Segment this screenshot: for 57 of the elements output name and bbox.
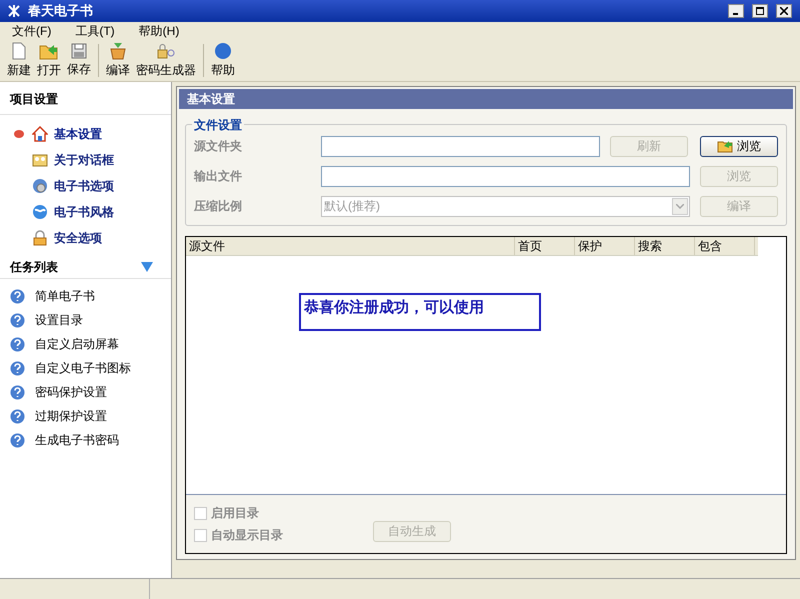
sidebar-item[interactable]: 安全选项 xyxy=(14,229,171,247)
window-title: 春天电子书 xyxy=(28,2,93,20)
task-link[interactable]: 设置目录 xyxy=(10,311,161,329)
minimize-button[interactable] xyxy=(728,4,744,18)
panel-header: 基本设置 xyxy=(179,89,793,109)
menu-item[interactable]: 文件(F) xyxy=(8,22,56,40)
column-header[interactable]: 包含 xyxy=(695,237,755,255)
padlock-key-icon xyxy=(156,42,176,60)
field-label: 压缩比例 xyxy=(194,198,243,215)
section-heading: 任务列表 xyxy=(10,258,58,276)
selection-dot-icon xyxy=(14,130,24,138)
toolbar-button[interactable]: 保存 xyxy=(64,40,94,81)
message-box: 恭喜你注册成功，可以使用 xyxy=(299,293,541,331)
collapse-toggle[interactable] xyxy=(141,262,153,272)
column-header[interactable]: 搜索 xyxy=(635,237,695,255)
section-heading: 项目设置 xyxy=(0,82,171,115)
group-title: 文件设置 xyxy=(192,116,244,134)
menu-item[interactable]: 帮助(H) xyxy=(134,22,184,40)
browse-button[interactable]: 浏览 xyxy=(700,136,778,156)
sidebar-item[interactable]: 基本设置 xyxy=(14,125,171,143)
toolbar-button[interactable]: 新建 xyxy=(4,40,34,81)
folder-arrow-icon xyxy=(39,42,59,60)
column-header[interactable]: 源文件 xyxy=(186,237,515,255)
maximize-icon xyxy=(756,7,764,15)
task-link[interactable]: 过期保护设置 xyxy=(10,407,161,425)
toolbar-button[interactable]: 密码生成器 xyxy=(133,40,199,81)
menu-item[interactable]: 工具(T) xyxy=(71,22,119,40)
chevron-down-icon xyxy=(676,204,684,208)
task-link[interactable]: 密码保护设置 xyxy=(10,383,161,401)
column-header[interactable]: 保护 xyxy=(575,237,635,255)
globe-icon xyxy=(32,204,48,220)
column-header[interactable]: 首页 xyxy=(515,237,575,255)
field-label: 输出文件 xyxy=(194,168,243,185)
task-link[interactable]: 简单电子书 xyxy=(10,287,161,305)
task-link[interactable]: 生成电子书密码 xyxy=(10,431,161,449)
sidebar-item[interactable]: 关于对话框 xyxy=(14,151,171,169)
input-field[interactable] xyxy=(321,136,600,156)
input-field[interactable] xyxy=(321,166,690,186)
document-icon xyxy=(11,42,27,60)
sidebar-item[interactable]: 电子书选项 xyxy=(14,177,171,195)
folder-arrow-icon xyxy=(717,139,733,153)
maximize-button[interactable] xyxy=(752,4,768,18)
down-triangle-icon xyxy=(141,262,153,272)
close-button[interactable] xyxy=(776,4,792,18)
task-link[interactable]: 自定义启动屏幕 xyxy=(10,335,161,353)
toolbar-button[interactable]: 帮助 xyxy=(208,40,238,81)
field-label: 源文件夹 xyxy=(194,138,243,155)
task-link[interactable]: 自定义电子书图标 xyxy=(10,359,161,377)
package-icon xyxy=(108,42,128,60)
padlock-icon xyxy=(32,230,48,246)
close-icon xyxy=(780,7,788,15)
house-icon xyxy=(32,126,48,142)
app-icon xyxy=(8,5,20,17)
toolbar-button[interactable]: 编译 xyxy=(103,40,133,81)
people-card-icon xyxy=(32,152,48,168)
sidebar-item[interactable]: 电子书风格 xyxy=(14,203,171,221)
toolbar-button[interactable]: 打开 xyxy=(34,40,64,81)
